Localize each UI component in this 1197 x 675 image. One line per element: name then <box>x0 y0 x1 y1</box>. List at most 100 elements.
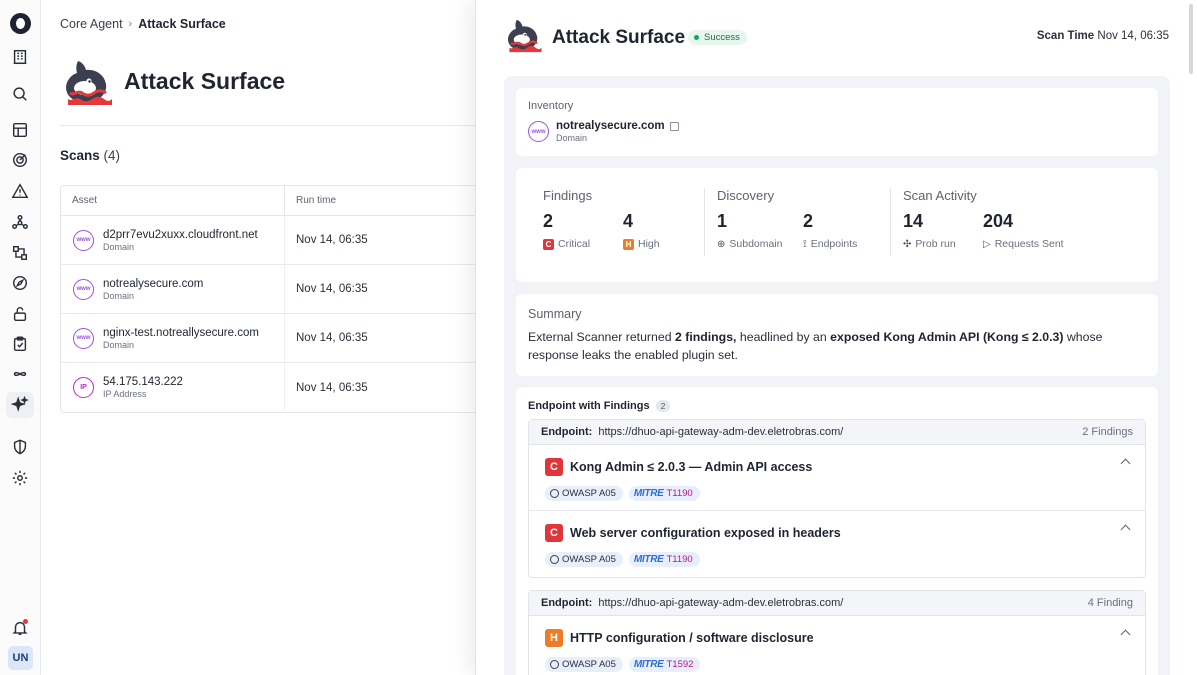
owasp-tag[interactable]: OWASP A05 <box>545 657 623 672</box>
summary-label: Summary <box>528 307 582 321</box>
mitre-tag[interactable]: MITRE T1190 <box>628 552 700 567</box>
owasp-icon <box>550 660 559 669</box>
scan-detail-drawer: Attack Surface Success Scan Time Nov 14,… <box>475 0 1197 675</box>
sparkles-icon[interactable] <box>6 392 34 418</box>
ip-pin-icon: IP <box>73 377 94 398</box>
app-logo-icon[interactable] <box>10 13 31 34</box>
critical-label: Critical <box>558 238 591 250</box>
status-dot-icon <box>694 35 699 40</box>
www-domain-icon: www <box>528 121 549 142</box>
inventory-label: Inventory <box>528 100 574 112</box>
column-header-asset[interactable]: Asset <box>61 186 285 215</box>
endpoint-url: https://dhuo-api-gateway-adm-dev.eletrob… <box>598 597 844 609</box>
finding-item[interactable]: C Web server configuration exposed in hea… <box>529 511 1145 577</box>
endpoint-header[interactable]: Endpoint: https://dhuo-api-gateway-adm-d… <box>529 591 1145 616</box>
chevron-up-icon[interactable] <box>1120 629 1131 640</box>
critical-badge-icon: C <box>545 524 563 542</box>
endpoint-findings-count: 4 Finding <box>1087 597 1133 609</box>
critical-count: 2 <box>543 211 554 231</box>
prob-run-count: 14 <box>903 211 924 231</box>
finding-item[interactable]: C Kong Admin ≤ 2.0.3 — Admin API access O… <box>529 445 1145 511</box>
high-badge-icon: H <box>545 629 563 647</box>
table-row[interactable]: www notrealysecure.com Domain Nov 14, 06:3… <box>61 265 489 314</box>
endpoints-count: 2 <box>803 211 814 231</box>
notification-dot <box>23 619 28 624</box>
table-row[interactable]: www d2prr7evu2xuxx.cloudfront.net Domain N… <box>61 216 489 265</box>
discovery-title: Discovery <box>717 188 775 203</box>
mitre-logo: MITRE <box>633 659 664 670</box>
endpoints-card: Endpoint with Findings 2 Endpoint: https… <box>516 387 1158 675</box>
scan-activity-stats: Scan Activity 14 ✣ Prob run 204 ▷ Requests S… <box>903 188 1064 250</box>
scan-time-value: Nov 14, 06:35 <box>1097 30 1169 42</box>
chevron-up-icon[interactable] <box>1120 524 1131 535</box>
owasp-tag[interactable]: OWASP A05 <box>545 486 623 501</box>
www-domain-icon: www <box>73 278 94 300</box>
infinity-icon[interactable] <box>10 364 30 384</box>
status-badge: Success <box>688 30 747 45</box>
table-row[interactable]: www nginx-test.notreallysecure.com Domain … <box>61 314 489 363</box>
scrollbar[interactable] <box>1189 4 1193 74</box>
status-text: Success <box>704 32 740 43</box>
endpoint-header[interactable]: Endpoint: https://dhuo-api-gateway-adm-d… <box>529 420 1145 445</box>
www-domain-icon: www <box>73 327 94 349</box>
asset-name: notrealysecure.com <box>103 277 204 290</box>
chevron-up-icon[interactable] <box>1120 458 1131 469</box>
owasp-icon <box>550 489 559 498</box>
finding-item[interactable]: H HTTP configuration / software disclosur… <box>529 616 1145 675</box>
high-label: High <box>638 238 660 250</box>
building-icon[interactable] <box>10 47 30 67</box>
scans-label: Scans <box>60 148 100 163</box>
critical-badge-icon: C <box>543 238 554 250</box>
endpoint-group: Endpoint: https://dhuo-api-gateway-adm-d… <box>528 419 1146 578</box>
layout-icon[interactable] <box>10 120 30 140</box>
external-link-icon[interactable] <box>669 121 679 131</box>
orca-mascot-icon <box>506 17 542 60</box>
asset-type: Domain <box>103 241 135 252</box>
finding-title: HTTP configuration / software disclosure <box>570 631 814 645</box>
endpoint-icon: ⟟ <box>803 238 807 250</box>
high-badge-icon: H <box>623 238 634 250</box>
network-icon[interactable] <box>10 212 30 232</box>
asset-name: nginx-test.notreallysecure.com <box>103 326 259 339</box>
target-icon[interactable] <box>10 150 30 170</box>
inventory-type: Domain <box>556 133 588 143</box>
mitre-tag[interactable]: MITRE T1592 <box>628 657 701 672</box>
run-time: Nov 14, 06:35 <box>296 283 368 295</box>
mitre-tag[interactable]: MITRE T1190 <box>628 486 700 501</box>
search-icon[interactable] <box>10 84 30 104</box>
breadcrumb-separator: › <box>128 18 133 30</box>
mitre-logo: MITRE <box>633 488 664 499</box>
inventory-name[interactable]: notrealysecure.com <box>556 120 665 132</box>
lock-icon[interactable] <box>10 304 30 324</box>
scans-heading: Scans (4) <box>60 148 120 163</box>
clipboard-icon[interactable] <box>10 334 30 354</box>
column-header-run-time[interactable]: Run time <box>285 186 336 215</box>
drawer-body: Inventory www notrealysecure.com Domain … <box>504 76 1170 675</box>
finding-title: Web server configuration exposed in head… <box>570 526 841 540</box>
icon-rail: UN <box>0 0 41 675</box>
critical-badge-icon: C <box>545 458 563 476</box>
scan-time-label: Scan Time <box>1036 30 1095 42</box>
compass-icon[interactable] <box>10 273 30 293</box>
table-row[interactable]: IP 54.175.143.222 IP Address Nov 14, 06:35 <box>61 363 489 412</box>
run-time: Nov 14, 06:35 <box>296 234 368 246</box>
finding-title: Kong Admin ≤ 2.0.3 — Admin API access <box>570 460 813 474</box>
settings-icon[interactable] <box>10 468 30 488</box>
breadcrumb-parent[interactable]: Core Agent <box>60 17 123 31</box>
orca-mascot-icon <box>64 57 112 114</box>
divider <box>890 188 891 256</box>
bell-icon[interactable] <box>10 618 30 638</box>
alert-icon[interactable] <box>10 181 30 201</box>
shield-icon[interactable] <box>10 437 30 457</box>
owasp-tag[interactable]: OWASP A05 <box>545 552 623 567</box>
avatar[interactable]: UN <box>8 646 33 670</box>
endpoints-heading: Endpoint with Findings 2 <box>528 400 671 412</box>
attack-surface-page: Core Agent › Attack Surface Attack Surfa… <box>42 0 490 675</box>
subdomain-label: Subdomain <box>729 238 783 250</box>
endpoint-group: Endpoint: https://dhuo-api-gateway-adm-d… <box>528 590 1146 675</box>
divider <box>704 188 705 256</box>
asset-name: 54.175.143.222 <box>103 376 183 388</box>
summary-card: Summary External Scanner returned 2 find… <box>516 294 1158 376</box>
divider <box>60 125 482 126</box>
workflow-icon[interactable] <box>10 243 30 263</box>
